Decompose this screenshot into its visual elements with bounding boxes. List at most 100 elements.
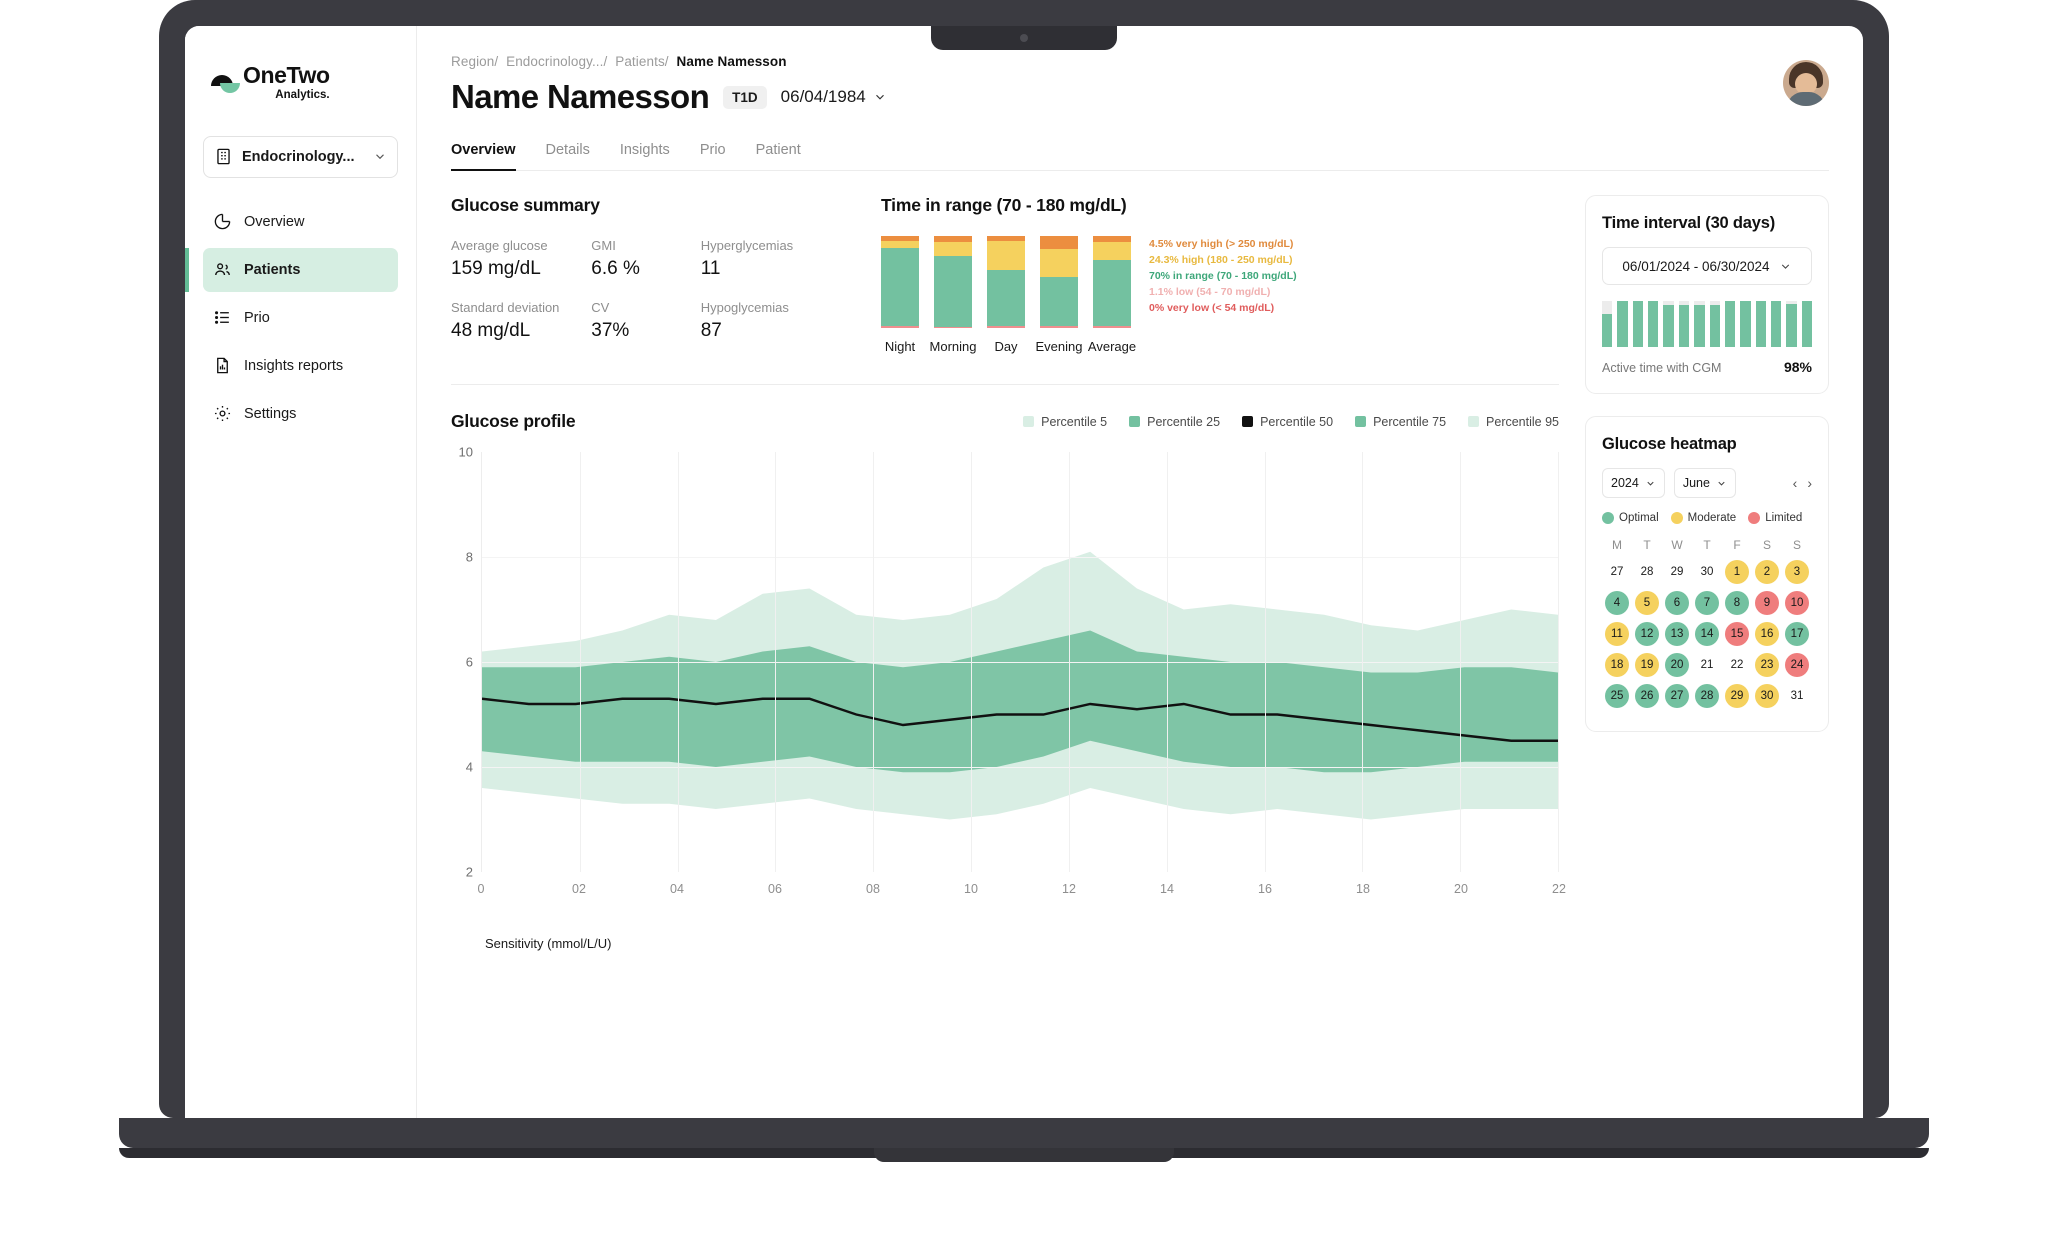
- sidebar-item-settings[interactable]: Settings: [203, 392, 398, 436]
- overview-left-column: Glucose summary Average glucose 159 mg/d…: [451, 195, 1566, 951]
- calendar-day[interactable]: 30: [1695, 560, 1719, 584]
- calendar-day[interactable]: 18: [1605, 653, 1629, 677]
- calendar-day[interactable]: 29: [1665, 560, 1689, 584]
- calendar-day[interactable]: 22: [1725, 653, 1749, 677]
- calendar-cell: 10: [1782, 589, 1812, 617]
- user-avatar[interactable]: [1783, 60, 1829, 106]
- legend-item-percentile-5: Percentile 5: [1023, 415, 1107, 429]
- sidebar-item-insights-reports[interactable]: Insights reports: [203, 344, 398, 388]
- vertical-gridline: [1362, 452, 1364, 872]
- stat-value: 159 mg/dL: [451, 258, 541, 279]
- calendar-day[interactable]: 20: [1665, 653, 1689, 677]
- calendar-cell: 11: [1602, 620, 1632, 648]
- breadcrumb-region[interactable]: Region/: [451, 54, 498, 69]
- tab-details[interactable]: Details: [546, 142, 590, 170]
- calendar-day[interactable]: 23: [1755, 653, 1779, 677]
- bar-segment-high: [881, 240, 919, 248]
- calendar-day[interactable]: 26: [1635, 684, 1659, 708]
- calendar-day[interactable]: 21: [1695, 653, 1719, 677]
- month-select[interactable]: June: [1673, 468, 1736, 498]
- calendar-cell: 27: [1602, 558, 1632, 586]
- calendar-day[interactable]: 14: [1695, 622, 1719, 646]
- screenshot-root: OneTwo Analytics. Endocrinology... Overv…: [0, 0, 2048, 1247]
- breadcrumb-current: Name Namesson: [676, 54, 787, 69]
- stat-label: Hyperglycemias: [700, 238, 794, 253]
- tir-bar-night: Night: [881, 236, 919, 354]
- stacked-bar: [881, 236, 919, 328]
- sidebar-item-patients[interactable]: Patients: [185, 247, 398, 292]
- calendar-day[interactable]: 13: [1665, 622, 1689, 646]
- prev-month-button[interactable]: ‹: [1793, 476, 1798, 490]
- calendar-day[interactable]: 17: [1785, 622, 1809, 646]
- stat-value: 87: [700, 320, 722, 341]
- calendar-day[interactable]: 11: [1605, 622, 1629, 646]
- breadcrumb-patients[interactable]: Patients/: [615, 54, 668, 69]
- calendar-day[interactable]: 25: [1605, 684, 1629, 708]
- vertical-gridline: [971, 452, 973, 872]
- cgm-footer-label: Active time with CGM: [1602, 361, 1722, 375]
- breadcrumb-clinic[interactable]: Endocrinology.../: [506, 54, 607, 69]
- calendar-day[interactable]: 28: [1635, 560, 1659, 584]
- calendar-day[interactable]: 16: [1755, 622, 1779, 646]
- calendar-day[interactable]: 3: [1785, 560, 1809, 584]
- cgm-bar: [1770, 301, 1782, 347]
- tab-overview[interactable]: Overview: [451, 142, 516, 171]
- section-divider: [451, 384, 1559, 385]
- tab-insights[interactable]: Insights: [620, 142, 670, 170]
- legend-item-percentile-75: Percentile 75: [1355, 415, 1446, 429]
- calendar-day[interactable]: 27: [1605, 560, 1629, 584]
- time-in-range-legend: 4.5% very high (> 250 mg/dL) 24.3% high …: [1149, 238, 1297, 314]
- organization-select[interactable]: Endocrinology...: [203, 135, 398, 178]
- glucose-summary-stats: Average glucose 159 mg/dL GMI 6.6 % Hype…: [451, 238, 841, 342]
- app-logo[interactable]: OneTwo Analytics.: [203, 54, 398, 102]
- legend-very-high: 4.5% very high (> 250 mg/dL): [1149, 238, 1294, 250]
- tab-patient[interactable]: Patient: [756, 142, 801, 170]
- calendar-day[interactable]: 10: [1785, 591, 1809, 615]
- x-axis-tick: 0: [477, 882, 485, 896]
- date-of-birth-select[interactable]: 06/04/1984: [781, 87, 887, 107]
- sidebar-item-prio[interactable]: Prio: [203, 296, 398, 340]
- cgm-bar: [1617, 301, 1628, 347]
- next-month-button[interactable]: ›: [1807, 476, 1812, 490]
- tab-prio[interactable]: Prio: [700, 142, 726, 170]
- calendar-cell: 20: [1662, 651, 1692, 679]
- vertical-gridline: [1068, 452, 1070, 872]
- bar-segment-low: [987, 326, 1025, 328]
- bar-segment-low: [1040, 326, 1078, 328]
- date-range-select[interactable]: 06/01/2024 - 06/30/2024: [1602, 247, 1812, 285]
- cgm-bar-fill: [1724, 301, 1736, 347]
- main-content: Region/ Endocrinology.../ Patients/ Name…: [417, 26, 1863, 1118]
- calendar-day[interactable]: 30: [1755, 684, 1779, 708]
- calendar-weekday: T: [1703, 538, 1711, 552]
- calendar-day[interactable]: 12: [1635, 622, 1659, 646]
- sidebar-item-overview[interactable]: Overview: [203, 200, 398, 244]
- calendar-day[interactable]: 15: [1725, 622, 1749, 646]
- chevron-down-icon: [1647, 481, 1654, 486]
- x-axis-tick: 10: [964, 882, 978, 896]
- year-select[interactable]: 2024: [1602, 468, 1665, 498]
- calendar-cell: 29: [1662, 558, 1692, 586]
- y-axis-tick: 4: [465, 759, 473, 775]
- calendar-day[interactable]: 6: [1665, 591, 1689, 615]
- calendar-day[interactable]: 29: [1725, 684, 1749, 708]
- calendar-day[interactable]: 31: [1785, 684, 1809, 708]
- calendar-day[interactable]: 9: [1755, 591, 1779, 615]
- calendar-cell: 7: [1692, 589, 1722, 617]
- calendar-day[interactable]: 5: [1635, 591, 1659, 615]
- calendar-day[interactable]: 27: [1665, 684, 1689, 708]
- app-screen: OneTwo Analytics. Endocrinology... Overv…: [185, 26, 1863, 1118]
- calendar-weekday: M: [1612, 538, 1622, 552]
- calendar-day[interactable]: 1: [1725, 560, 1749, 584]
- stat-hypoglycemias: Hypoglycemias 87: [701, 300, 841, 342]
- calendar-day[interactable]: 19: [1635, 653, 1659, 677]
- calendar-day[interactable]: 28: [1695, 684, 1719, 708]
- cgm-footer: Active time with CGM 98%: [1602, 359, 1812, 375]
- calendar-day[interactable]: 24: [1785, 653, 1809, 677]
- calendar-day[interactable]: 2: [1755, 560, 1779, 584]
- calendar-day[interactable]: 4: [1605, 591, 1629, 615]
- calendar-day[interactable]: 7: [1695, 591, 1719, 615]
- horizontal-gridline: [482, 662, 1558, 663]
- calendar-cell: 31: [1782, 682, 1812, 710]
- x-axis-tick: 20: [1454, 882, 1468, 896]
- calendar-day[interactable]: 8: [1725, 591, 1749, 615]
